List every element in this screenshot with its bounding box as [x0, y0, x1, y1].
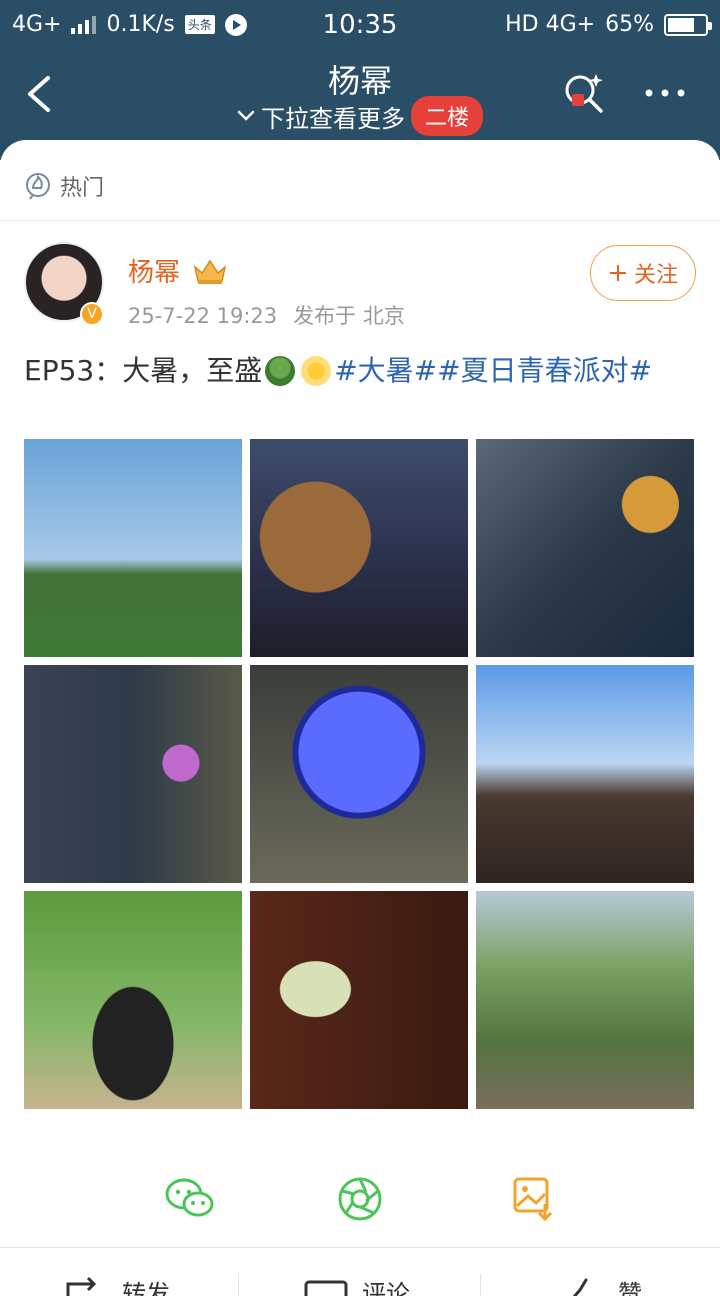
repost-label: 转发: [122, 1280, 170, 1296]
tree-emoji-icon: [265, 356, 296, 386]
action-divider: [238, 1274, 239, 1296]
action-divider: [480, 1274, 481, 1296]
post-image-9[interactable]: [476, 891, 694, 1109]
network-type-right: HD 4G+: [505, 12, 596, 37]
post-image-7[interactable]: [24, 891, 242, 1109]
share-moments-button[interactable]: [315, 1154, 405, 1244]
hot-label-text: 热门: [60, 176, 105, 201]
wechat-icon: [165, 1178, 214, 1217]
post-image-5[interactable]: [250, 665, 468, 883]
section-divider: [0, 220, 720, 221]
post-image-6[interactable]: [476, 665, 694, 883]
comment-icon: [304, 1280, 348, 1296]
like-button[interactable]: 赞: [560, 1274, 642, 1296]
comment-button[interactable]: 评论: [304, 1274, 410, 1296]
share-row: [0, 1144, 720, 1244]
battery-icon: [664, 13, 712, 36]
author-name[interactable]: 杨幂: [128, 252, 180, 289]
pull-down-text: 下拉查看更多: [260, 104, 405, 133]
action-bar: 转发 评论 赞: [0, 1247, 720, 1296]
photo-grid: [24, 439, 694, 1109]
share-wechat-button[interactable]: [145, 1154, 235, 1244]
post-location: 发布于 北京: [293, 304, 405, 328]
moments-icon: [338, 1177, 382, 1221]
post-date: 25-7-22 19:23: [128, 304, 278, 328]
status-bar: 4G+ 0.1K/s 头条 10:35 HD 4G+ 65%: [0, 0, 720, 50]
battery-level: 65%: [605, 12, 654, 37]
search-star-icon[interactable]: [560, 70, 606, 116]
verified-badge-icon: V: [80, 302, 104, 326]
sun-emoji-icon: [301, 356, 332, 386]
hot-topic-icon: [26, 173, 50, 200]
hashtag-links[interactable]: #大暑##夏日青春派对#: [334, 354, 652, 387]
plus-icon: [609, 265, 626, 281]
post-image-1[interactable]: [24, 439, 242, 657]
post-text: EP53：大暑，至盛 #大暑##夏日青春派对#: [24, 350, 704, 392]
follow-label: 关注: [633, 263, 678, 288]
post-image-2[interactable]: [250, 439, 468, 657]
post-title-text: EP53：大暑，至盛: [24, 354, 263, 387]
more-options-icon[interactable]: [642, 70, 688, 116]
chevron-down-icon: [237, 110, 255, 121]
save-image-button[interactable]: [488, 1154, 578, 1244]
post-image-3[interactable]: [476, 439, 694, 657]
save-image-icon: [513, 1177, 553, 1222]
repost-button[interactable]: 转发: [64, 1274, 170, 1296]
post-card: 热门 V 杨幂 25-7-22 19:23 发布于 北京 关注 EP53：大暑，至…: [0, 140, 720, 1296]
post-image-4[interactable]: [24, 665, 242, 883]
top-header: 4G+ 0.1K/s 头条 10:35 HD 4G+ 65% 杨幂 下拉查看更多…: [0, 0, 720, 160]
pull-down-hint[interactable]: 下拉查看更多 二楼: [0, 96, 720, 136]
repost-icon: [66, 1276, 97, 1296]
post-meta: 25-7-22 19:23 发布于 北京: [128, 300, 405, 330]
post-image-8[interactable]: [250, 891, 468, 1109]
comment-label: 评论: [362, 1280, 410, 1296]
like-label: 赞: [618, 1280, 642, 1296]
member-crown-icon: [193, 259, 227, 284]
follow-button[interactable]: 关注: [590, 245, 696, 301]
hot-section-label[interactable]: 热门: [24, 170, 104, 202]
second-floor-button[interactable]: 二楼: [410, 96, 483, 136]
like-thumb-icon: [572, 1278, 588, 1296]
